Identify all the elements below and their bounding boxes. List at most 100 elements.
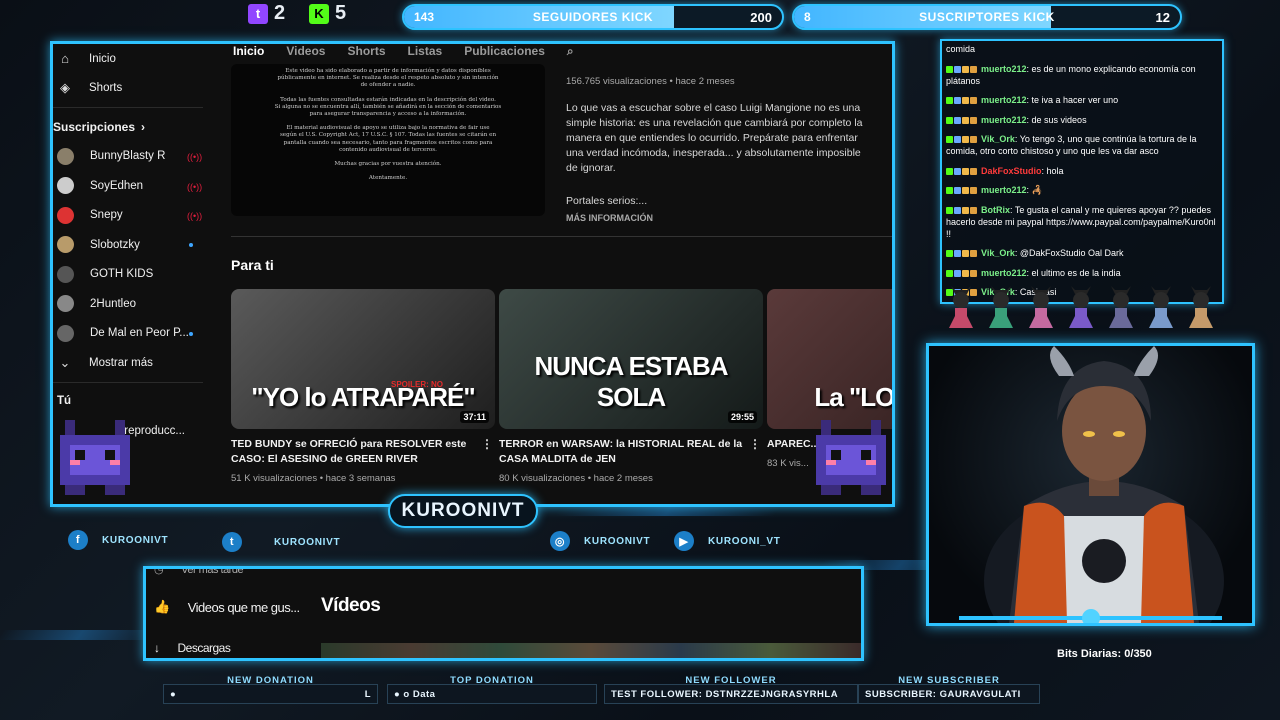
featured-text-line <box>253 154 523 161</box>
video-title[interactable]: TERROR en WARSAW: la HISTORIAL REAL de l… <box>499 437 763 467</box>
chevron-right-icon: › <box>141 119 146 134</box>
youtube-capture-frame: ⌂ Inicio ◈ Shorts Suscripciones › BunnyB… <box>50 41 895 507</box>
tab-inicio[interactable]: Inicio <box>233 44 264 62</box>
followers-goal: 200 <box>750 10 772 25</box>
tab-shorts[interactable]: Shorts <box>347 44 385 62</box>
badge-icon <box>962 250 969 258</box>
badge-icon <box>954 97 961 105</box>
more-info-link[interactable]: MÁS INFORMACIÓN <box>566 211 866 226</box>
chibi-sprite <box>1025 280 1057 330</box>
channel-avatar <box>57 206 74 224</box>
sidebar-item-home[interactable]: ⌂ Inicio <box>53 44 203 74</box>
sidebar-channel-item[interactable]: SoyEdhen ((•)) <box>53 171 203 201</box>
badge-icon <box>970 136 977 144</box>
subs-goal-bar: 8 SUSCRIPTORES KICK 12 <box>792 4 1182 30</box>
badge-icon <box>970 206 977 214</box>
youtube-handle: KUROONI_VT <box>708 535 781 547</box>
twitch-icon: t <box>248 3 268 24</box>
pixel-pet-sprite <box>806 410 886 495</box>
tab-videos[interactable]: Videos <box>286 44 325 62</box>
sidebar-show-more[interactable]: ⌄ Mostrar más <box>53 348 203 378</box>
search-icon[interactable]: ⌕ <box>567 44 574 62</box>
badge-icon <box>946 97 953 105</box>
chat-badges <box>946 114 978 126</box>
video-card[interactable]: NUNCA ESTABA SOLA 29:55 TERROR en WARSAW: … <box>499 289 763 484</box>
chat-badges <box>946 133 978 145</box>
more-vert-icon[interactable]: ⋮ <box>749 437 761 452</box>
featured-text-line: de ofender a nadie. <box>360 82 416 89</box>
sidebar-channel-item[interactable]: 2Huntleo <box>53 289 203 319</box>
sidebar-item-watch-later[interactable]: ◷ Ver más tarde <box>154 566 244 576</box>
sidebar-channel-item[interactable]: De Mal en Peor P... <box>53 319 203 349</box>
featured-text-line <box>253 168 523 175</box>
alert-body: ● L <box>163 684 378 704</box>
sidebar-channel-item[interactable]: Slobotzky <box>53 230 203 260</box>
downloads-label: Descargas <box>177 641 231 655</box>
video-thumbnail[interactable]: "YO lo ATRAPARÉ" SPOILER: NO 37:11 <box>231 289 495 429</box>
chat-badges <box>946 267 978 279</box>
alert-icon: ● <box>170 689 177 700</box>
sidebar-item-liked-videos[interactable]: 👍 Videos que me gus... <box>154 599 300 615</box>
sidebar-channel-item[interactable]: GOTH KIDS <box>53 260 203 290</box>
alert-box: TEST FOLLOWER: DSTNRZZEJNGRASYRHLA NEW FO… <box>604 675 858 704</box>
featured-text-line: pantalla cuando sea necesario, tanto par… <box>283 139 493 146</box>
badge-icon <box>946 250 953 258</box>
sidebar-item-downloads[interactable]: ↓ Descargas <box>154 641 231 655</box>
video-thumbnail[interactable]: La "LO...ITA de <box>767 289 892 429</box>
home-icon: ⌂ <box>61 51 69 67</box>
badge-icon <box>954 250 961 258</box>
featured-video-thumbnail[interactable]: Este video ha sido elaborado a partir de… <box>231 64 545 216</box>
video-meta: 51 K visualizaciones • hace 3 semanas <box>231 473 396 484</box>
video-title-text: TERROR en WARSAW: la HISTORIAL REAL de l… <box>499 438 743 465</box>
alert-body-text: TEST FOLLOWER: DSTNRZZEJNGRASYRHLA <box>611 689 839 700</box>
social-facebook: f KUROONIVT <box>68 530 168 550</box>
thumbnail-title: "YO lo ATRAPARÉ" <box>251 382 475 412</box>
badge-icon <box>962 116 969 124</box>
chibi-sprite <box>985 280 1017 330</box>
badge-icon <box>970 269 977 277</box>
channel-avatar <box>57 295 74 313</box>
live-indicator-icon: ((•)) <box>187 181 203 192</box>
more-vert-icon[interactable]: ⋮ <box>481 437 493 452</box>
tab-publicaciones[interactable]: Publicaciones <box>464 44 545 62</box>
featured-text-line: Todas las fuentes consultadas estarán in… <box>280 96 496 103</box>
sidebar-channel-item[interactable]: BunnyBlasty R ((•)) <box>53 142 203 172</box>
channel-name: 2Huntleo <box>90 297 137 310</box>
sidebar-channel-item[interactable]: Snepy ((•)) <box>53 201 203 231</box>
chat-message: muerto212: 🦂 <box>946 184 1218 196</box>
badge-icon <box>962 269 969 277</box>
channel-avatar <box>57 265 74 283</box>
alert-title: NEW FOLLOWER <box>685 675 777 686</box>
chibi-sprite <box>945 280 977 330</box>
video-card[interactable]: "YO lo ATRAPARÉ" SPOILER: NO 37:11 TED BUND… <box>231 289 495 484</box>
chat-text: : @DakFoxStudio Oal Dark <box>1014 248 1124 258</box>
chat-message: Vik_Ork: @DakFoxStudio Oal Dark <box>946 247 1218 259</box>
alert-title: NEW SUBSCRIBER <box>898 675 1000 686</box>
channel-avatar <box>57 177 74 195</box>
chibi-sprite <box>1105 280 1137 330</box>
sidebar-subscriptions-header[interactable]: Suscripciones › <box>53 112 203 142</box>
badge-icon <box>962 187 969 195</box>
subs-label: SUSCRIPTORES KICK <box>919 10 1055 24</box>
tab-listas[interactable]: Listas <box>408 44 443 62</box>
featured-text-line: Si alguna no se encuentra allí, también … <box>274 103 502 110</box>
featured-video-meta: 156.765 visualizaciones • hace 2 meses <box>566 76 735 87</box>
chat-username: Vik_Ork <box>981 134 1015 144</box>
alert-body-text: L <box>364 689 371 700</box>
chat-badges <box>946 204 978 216</box>
badge-icon <box>970 116 977 124</box>
chat-sprite-row <box>945 280 1230 332</box>
clock-icon: ◷ <box>154 566 164 576</box>
chat-message: muerto212: el ultimo es de la india <box>946 267 1218 279</box>
channel-list: BunnyBlasty R ((•)) SoyEdhen ((•)) Snepy ((•)… <box>53 142 203 349</box>
featured-text-line <box>253 90 523 97</box>
chat-text: : 🦂 <box>1026 185 1043 195</box>
badge-icon <box>946 187 953 195</box>
vtuber-camera <box>926 343 1255 626</box>
sidebar-item-shorts[interactable]: ◈ Shorts <box>53 74 203 104</box>
download-icon: ↓ <box>154 641 160 655</box>
video-title[interactable]: TED BUNDY se OFRECIÓ para RESOLVER este … <box>231 437 495 467</box>
watch-later-label: Ver más tarde <box>181 566 244 576</box>
video-thumbnail[interactable]: NUNCA ESTABA SOLA 29:55 <box>499 289 763 429</box>
chibi-sprite <box>1145 280 1177 330</box>
